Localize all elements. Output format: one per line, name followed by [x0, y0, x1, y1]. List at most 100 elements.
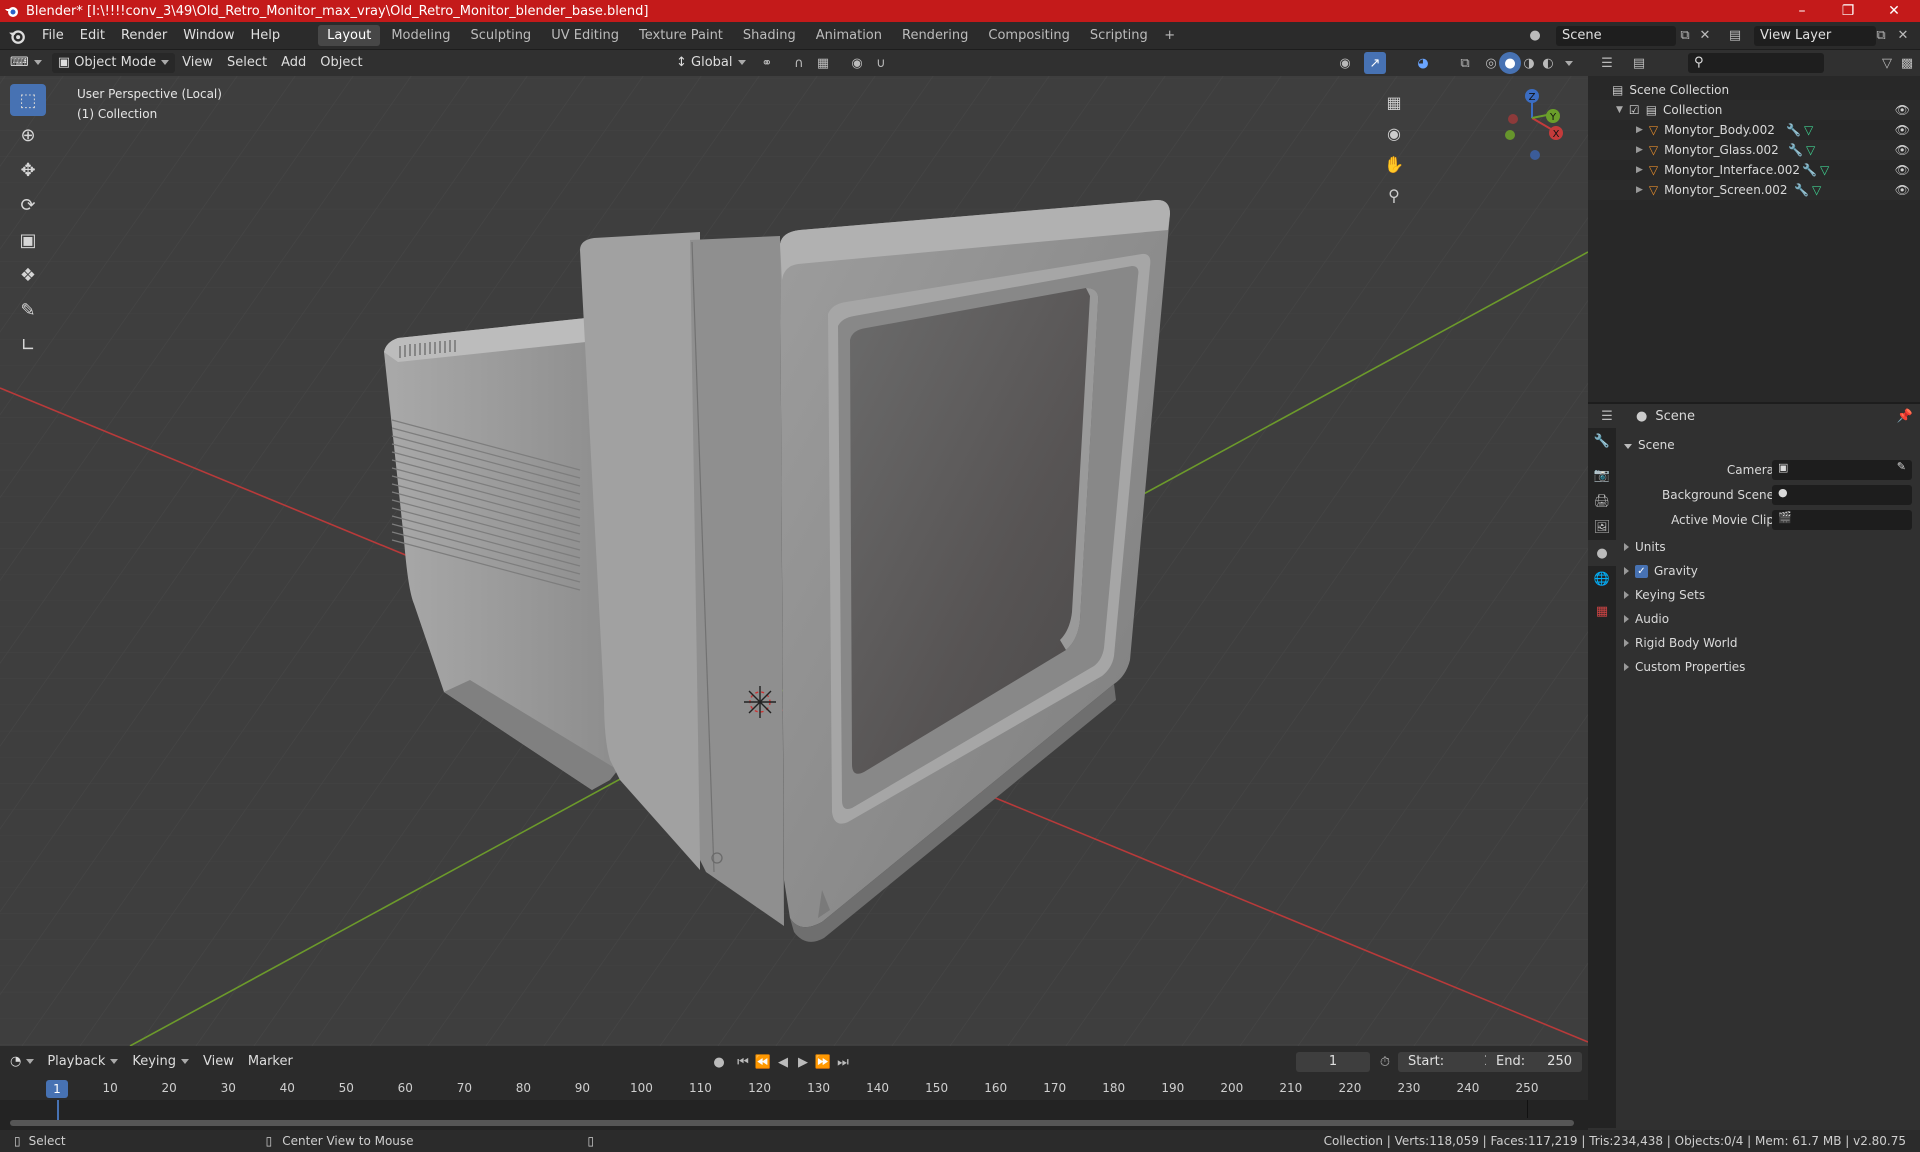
world-tab-icon[interactable]: 🌐 [1588, 566, 1616, 592]
menu-marker[interactable]: Marker [241, 1052, 300, 1072]
measure-tool-icon[interactable]: ∟ [10, 329, 46, 361]
menu-view[interactable]: View [175, 53, 220, 73]
snap-target-icon[interactable]: ▦ [812, 52, 834, 74]
rendered-shading-icon[interactable]: ◐ [1537, 52, 1559, 74]
transform-tool-icon[interactable]: ❖ [10, 259, 46, 291]
menu-keying[interactable]: Keying [125, 1052, 196, 1072]
outliner-row-object[interactable]: ▶ ▽ Monytor_Glass.002 🔧 ▽ 👁 [1588, 140, 1920, 160]
workspace-tab-animation[interactable]: Animation [807, 25, 891, 46]
3d-viewport[interactable]: Z Y X [0, 76, 1588, 1046]
eye-icon[interactable]: 👁 [1895, 163, 1910, 177]
scene-panel-header[interactable]: Scene [1624, 434, 1914, 456]
mode-selector[interactable]: ▣ Object Mode [51, 53, 176, 73]
expand-icon[interactable]: ▶ [1636, 125, 1643, 135]
pin-icon[interactable]: 📌 [1894, 405, 1916, 427]
falloff-icon[interactable]: ∪ [870, 52, 892, 74]
eye-icon[interactable]: 👁 [1895, 123, 1910, 137]
timeline-editor-type-icon[interactable]: ◔ [4, 1052, 40, 1072]
delete-view-layer-icon[interactable]: ✕ [1892, 25, 1914, 47]
delete-scene-icon[interactable]: ✕ [1694, 25, 1716, 47]
texture-tab-icon[interactable]: ▦ [1588, 598, 1616, 624]
scene-type-icon[interactable]: ● [1524, 25, 1546, 47]
eye-icon[interactable]: 👁 [1895, 103, 1910, 117]
scene-tab-icon[interactable]: ● [1588, 540, 1616, 566]
workspace-tab-modeling[interactable]: Modeling [382, 25, 459, 46]
keying-sets-section[interactable]: Keying Sets [1624, 584, 1705, 606]
cursor-tool-icon[interactable]: ⊕ [10, 119, 46, 151]
gizmo-toggle-icon[interactable]: ↗ [1364, 52, 1386, 74]
eye-icon[interactable]: 👁 [1895, 143, 1910, 157]
xray-toggle-icon[interactable]: ⧉ [1454, 52, 1476, 74]
eyedropper-icon[interactable]: ✎ [1897, 460, 1906, 473]
rotate-tool-icon[interactable]: ⟳ [10, 189, 46, 221]
modifier-icon[interactable]: 🔧 [1788, 143, 1803, 157]
scene-selector[interactable]: Scene [1556, 25, 1676, 46]
mesh-data-icon[interactable]: ▽ [1820, 163, 1829, 177]
modifier-icon[interactable]: 🔧 [1802, 163, 1817, 177]
proportional-edit-icon[interactable]: ◉ [846, 52, 868, 74]
record-icon[interactable]: ● [708, 1051, 730, 1073]
workspace-tab-texture-paint[interactable]: Texture Paint [630, 25, 732, 46]
play-reverse-icon[interactable]: ◀ [772, 1051, 794, 1073]
blender-menu-icon[interactable] [8, 27, 26, 45]
preview-range-icon[interactable]: ⏱ [1374, 1051, 1396, 1073]
expand-icon[interactable]: ▶ [1636, 165, 1643, 175]
timeline-scrollbar[interactable] [10, 1120, 1574, 1126]
custom-properties-section[interactable]: Custom Properties [1624, 656, 1745, 678]
expand-icon[interactable]: ▶ [1636, 185, 1643, 195]
add-workspace-icon[interactable]: + [1159, 25, 1181, 47]
menu-add[interactable]: Add [274, 53, 313, 73]
workspace-tab-rendering[interactable]: Rendering [893, 25, 977, 46]
workspace-tab-shading[interactable]: Shading [734, 25, 805, 46]
frame-ruler[interactable]: 1 10 20 30 40 50 60 70 80 90 100 110 120 130 140 150 16… [0, 1078, 1588, 1100]
outliner-row-scene-collection[interactable]: ▤ Scene Collection [1588, 80, 1920, 100]
outliner-row-object[interactable]: ▶ ▽ Monytor_Body.002 🔧 ▽ 👁 [1588, 120, 1920, 140]
rigid-body-world-section[interactable]: Rigid Body World [1624, 632, 1738, 654]
gravity-checkbox[interactable]: ✓ [1635, 565, 1648, 578]
filter-icon[interactable]: ▽ [1876, 52, 1898, 74]
outliner-row-object[interactable]: ▶ ▽ Monytor_Interface.002 🔧 ▽ 👁 [1588, 160, 1920, 180]
workspace-tab-layout[interactable]: Layout [318, 25, 381, 46]
pan-hand-icon[interactable]: ✋ [1380, 150, 1408, 178]
expand-collection-icon[interactable]: ▼ [1616, 105, 1623, 115]
current-frame-field[interactable]: 1 [1296, 1052, 1370, 1072]
expand-icon[interactable]: ▶ [1636, 145, 1643, 155]
camera-field[interactable]: ▣ ✎ [1772, 460, 1912, 480]
modifier-icon[interactable]: 🔧 [1786, 123, 1801, 137]
new-scene-icon[interactable]: ⧉ [1674, 25, 1696, 47]
shading-options-icon[interactable] [1558, 52, 1580, 74]
tool-settings-tab-icon[interactable]: 🔧 [1588, 428, 1616, 454]
end-frame-field[interactable]: End: 250 [1486, 1052, 1582, 1072]
workspace-tab-scripting[interactable]: Scripting [1081, 25, 1157, 46]
zoom-icon[interactable]: ⚲ [1380, 181, 1408, 209]
playhead-frame-badge[interactable]: 1 [46, 1080, 68, 1098]
jump-start-icon[interactable]: ⏮ [732, 1051, 754, 1073]
gravity-section[interactable]: ✓ Gravity [1624, 560, 1698, 582]
menu-render[interactable]: Render [113, 22, 175, 49]
play-icon[interactable]: ▶ [792, 1051, 814, 1073]
menu-playback[interactable]: Playback [40, 1052, 125, 1072]
minimize-icon[interactable]: – [1779, 0, 1825, 22]
menu-select[interactable]: Select [220, 53, 274, 73]
editor-type-icon[interactable]: ⌨ [4, 53, 48, 73]
new-collection-icon[interactable]: ▩ [1896, 52, 1918, 74]
output-tab-icon[interactable]: 🖨 [1588, 488, 1616, 514]
mesh-data-icon[interactable]: ▽ [1804, 123, 1813, 137]
menu-file[interactable]: File [34, 22, 72, 49]
workspace-tab-uv-editing[interactable]: UV Editing [542, 25, 628, 46]
menu-object[interactable]: Object [313, 53, 369, 73]
select-box-tool-icon[interactable]: ⬚ [10, 84, 46, 116]
outliner-search-input[interactable]: ⚲ [1688, 53, 1824, 73]
toggle-perspective-icon[interactable]: ▦ [1380, 88, 1408, 116]
outliner-editor-type-icon[interactable]: ☰ [1596, 52, 1618, 74]
background-scene-field[interactable]: ● [1772, 485, 1912, 505]
menu-help[interactable]: Help [243, 22, 289, 49]
display-mode-icon[interactable]: ▤ [1628, 52, 1650, 74]
annotate-tool-icon[interactable]: ✎ [10, 294, 46, 326]
outliner-row-object[interactable]: ▶ ▽ Monytor_Screen.002 🔧 ▽ 👁 [1588, 180, 1920, 200]
render-tab-icon[interactable]: 📷 [1588, 462, 1616, 488]
audio-section[interactable]: Audio [1624, 608, 1669, 630]
transform-orientation-selector[interactable]: ↕ Global [670, 53, 752, 73]
view-layer-tab-icon[interactable]: 🖼 [1588, 514, 1616, 540]
properties-editor-type-icon[interactable]: ☰ [1596, 405, 1618, 427]
